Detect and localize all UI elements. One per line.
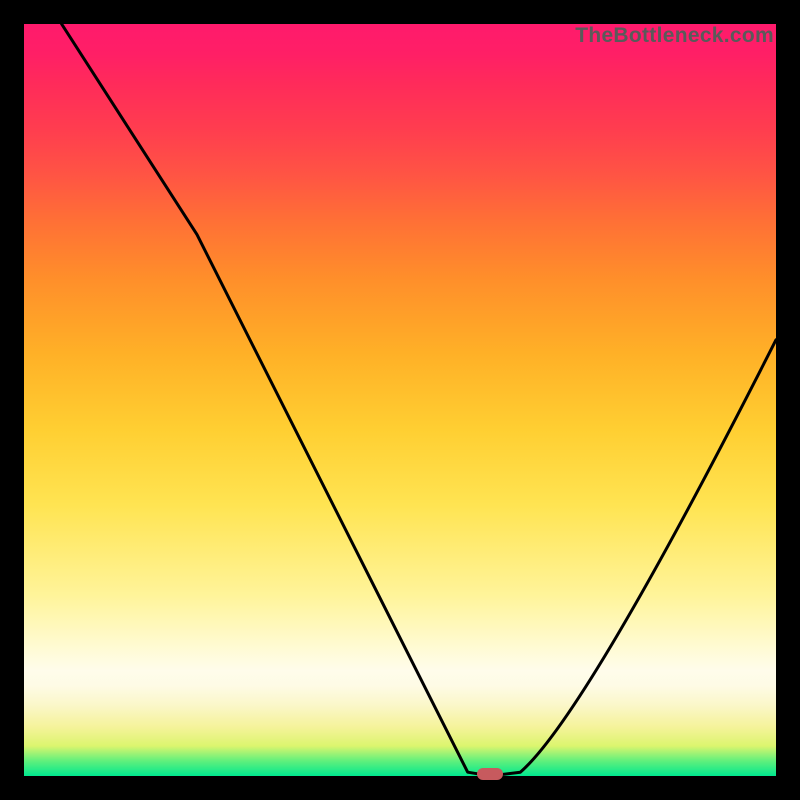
plot-area: TheBottleneck.com bbox=[24, 24, 776, 776]
curve-path bbox=[62, 24, 776, 776]
chart-container: TheBottleneck.com bbox=[0, 0, 800, 800]
watermark-text: TheBottleneck.com bbox=[575, 24, 774, 48]
optimal-marker bbox=[477, 768, 503, 780]
bottleneck-curve bbox=[24, 24, 776, 776]
